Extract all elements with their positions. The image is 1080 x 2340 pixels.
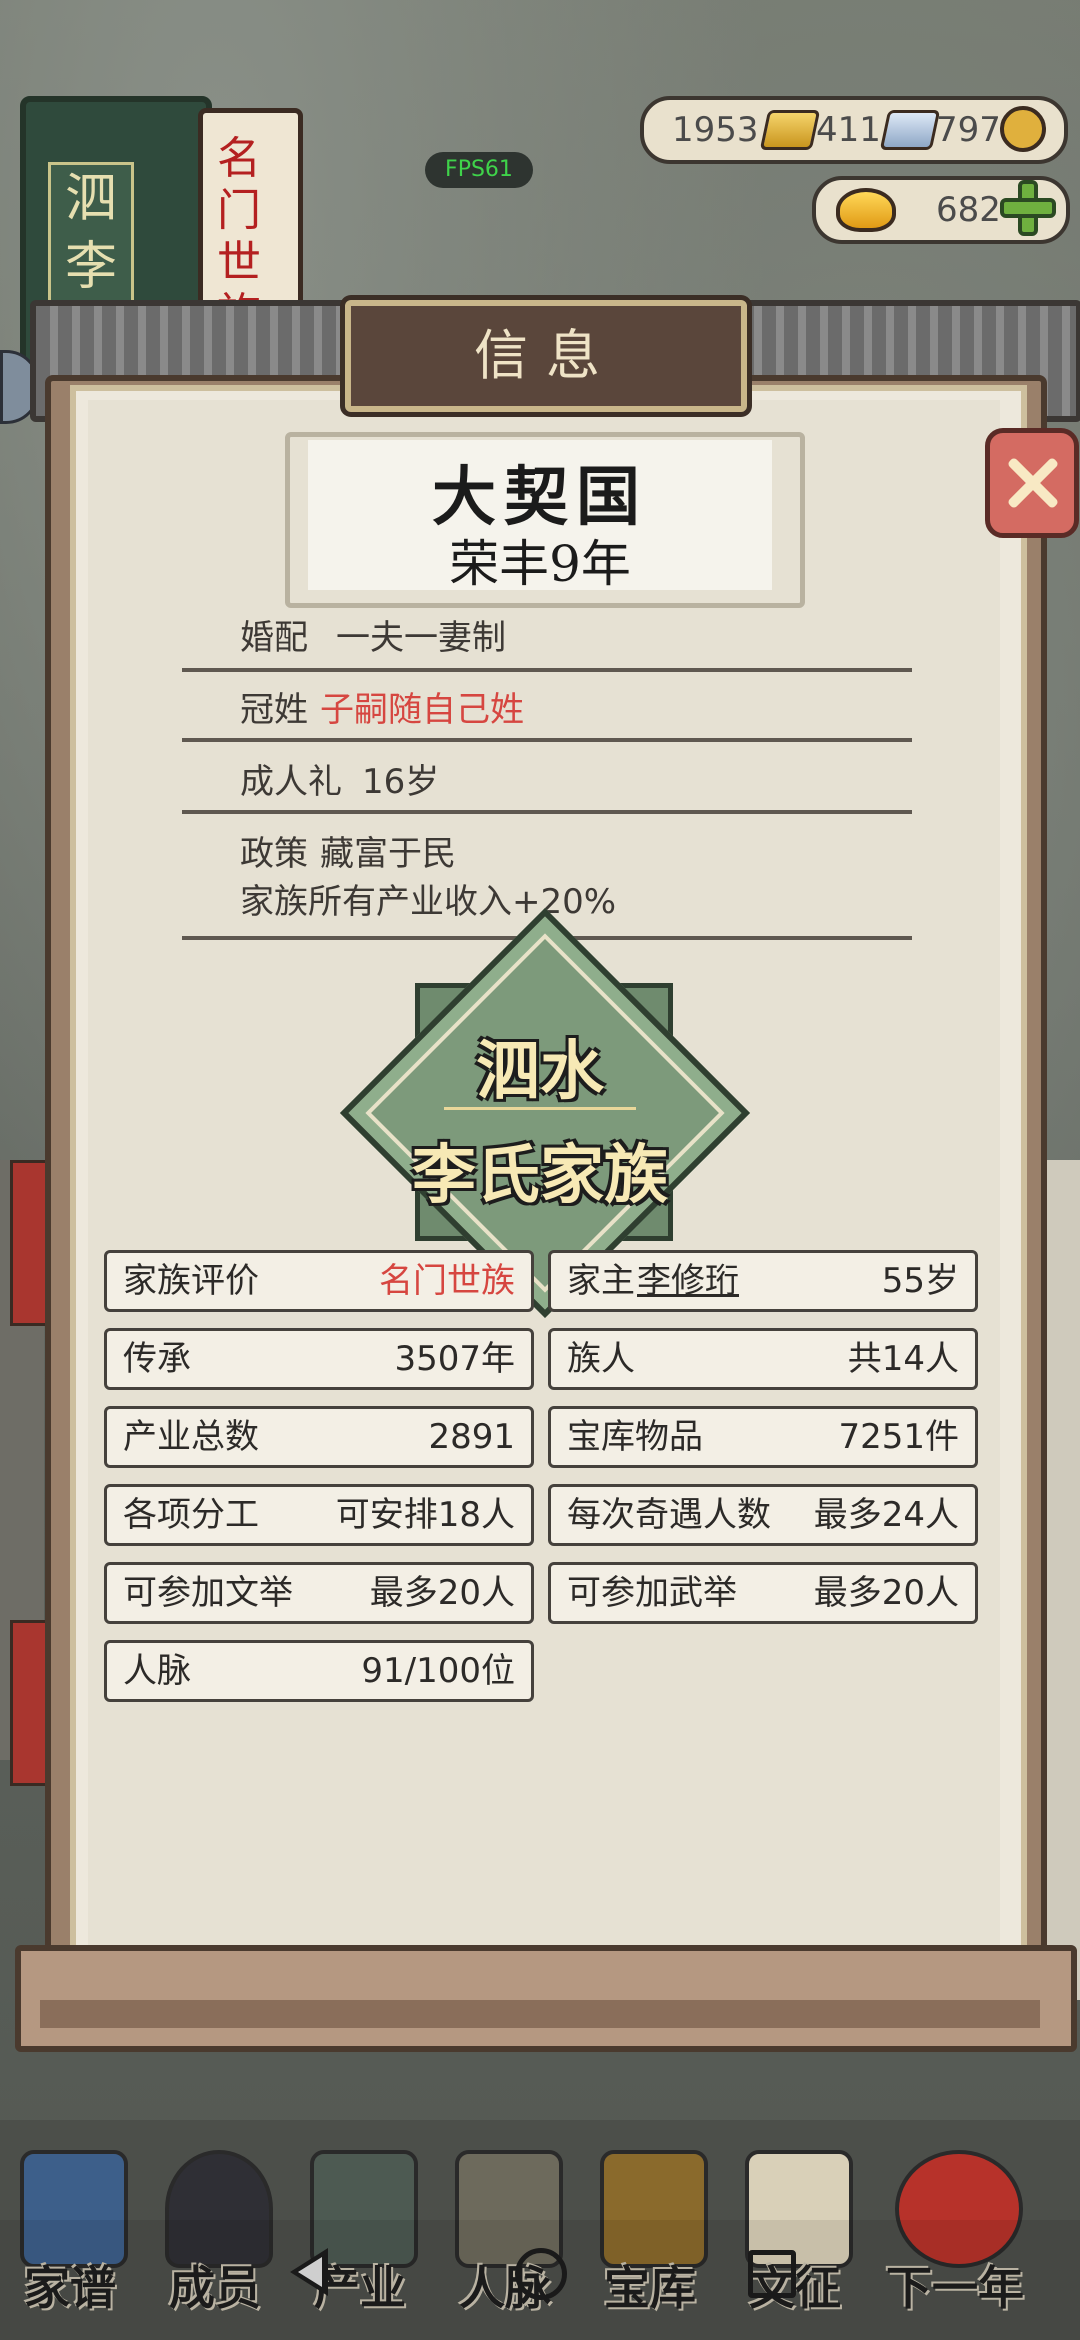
recent-apps-icon[interactable]: [748, 2250, 796, 2298]
stat-label: 传承: [123, 1339, 191, 1379]
dialog-title-plank: 信息: [345, 300, 747, 412]
stat-value: 2891: [428, 1417, 515, 1457]
gold-bar-icon: [759, 110, 821, 150]
add-ingot-icon[interactable]: [1000, 180, 1056, 236]
back-icon[interactable]: [290, 2248, 328, 2296]
silver-bar-count: 411: [816, 110, 881, 150]
stat-treasury: 宝库物品 7251件: [548, 1406, 978, 1468]
stat-family-rating: 家族评价 名门世族: [104, 1250, 534, 1312]
stat-value: 3507年: [394, 1339, 515, 1379]
fps-counter: FPS61: [425, 152, 533, 188]
marriage-label: 婚配: [240, 618, 308, 658]
stat-value: 7251件: [838, 1417, 959, 1457]
stat-label: 可参加文举: [123, 1573, 293, 1613]
stat-label: 族人: [567, 1339, 635, 1379]
stat-civil-exam: 可参加文举 最多20人: [104, 1562, 534, 1624]
era-year: 荣丰9年: [449, 535, 631, 593]
policy-label: 政策: [240, 834, 308, 874]
surname-row: 冠姓 子嗣随自己姓: [182, 672, 912, 742]
home-icon[interactable]: [515, 2248, 567, 2300]
family-head-name-link[interactable]: 李修珩: [637, 1253, 739, 1309]
stat-label: 各项分工: [123, 1495, 259, 1535]
policy-value: 藏富于民: [320, 834, 456, 874]
currency-bar: 1953 411 797: [640, 96, 1068, 164]
surname-label: 冠姓: [240, 690, 308, 730]
marriage-value: 一夫一妻制: [336, 618, 506, 658]
stat-value: 最多20人: [369, 1573, 515, 1613]
stat-value: 可安排18人: [335, 1495, 515, 1535]
surname-value: 子嗣随自己姓: [320, 690, 524, 730]
adulthood-value: 16岁: [362, 762, 440, 802]
stat-label: 可参加武举: [567, 1573, 737, 1613]
stat-value: 55岁: [881, 1261, 959, 1301]
dialog-title: 信息: [474, 324, 618, 387]
stat-label: 家族评价: [123, 1261, 259, 1301]
close-button[interactable]: [985, 428, 1079, 538]
gold-bar-count: 1953: [672, 110, 759, 150]
stat-military-exam: 可参加武举 最多20人: [548, 1562, 978, 1624]
stat-encounter: 每次奇遇人数 最多24人: [548, 1484, 978, 1546]
stat-family-head[interactable]: 家主 李修珩 55岁: [548, 1250, 978, 1312]
stat-division: 各项分工 可安排18人: [104, 1484, 534, 1546]
stat-heritage: 传承 3507年: [104, 1328, 534, 1390]
dialog-base-shadow: [40, 2000, 1040, 2028]
coin-icon: [1000, 106, 1046, 152]
stat-label: 宝库物品: [567, 1417, 703, 1457]
stat-value: 名门世族: [379, 1261, 515, 1301]
dialog-base: [15, 1945, 1077, 2052]
adulthood-label: 成人礼: [240, 762, 342, 802]
stat-network: 人脉 91/100位: [104, 1640, 534, 1702]
ingot-count: 682: [936, 190, 1001, 230]
silver-bar-icon: [879, 110, 941, 150]
stat-value: 最多20人: [813, 1573, 959, 1613]
stat-value: 91/100位: [361, 1651, 515, 1691]
stat-label: 人脉: [123, 1651, 191, 1691]
ingot-bar: 682: [812, 176, 1070, 244]
stat-label: 每次奇遇人数: [567, 1495, 771, 1535]
coin-count: 797: [936, 110, 1001, 150]
stat-value: 共14人: [847, 1339, 959, 1379]
policy-effect: 家族所有产业收入+20%: [240, 882, 617, 922]
emblem-place: 泗水: [476, 1035, 604, 1109]
stat-value: 最多24人: [813, 1495, 959, 1535]
stat-label: 产业总数: [123, 1417, 259, 1457]
stat-industries: 产业总数 2891: [104, 1406, 534, 1468]
gold-ingot-icon: [836, 188, 896, 232]
adulthood-row: 成人礼 16岁: [182, 742, 912, 814]
stat-members: 族人 共14人: [548, 1328, 978, 1390]
marriage-row: 婚配 一夫一妻制: [182, 604, 912, 672]
emblem-divider: [444, 1107, 636, 1110]
country-plaque: 大契国 荣丰9年: [308, 440, 772, 593]
emblem-family: 李氏家族: [412, 1139, 668, 1213]
stat-label: 家主: [567, 1261, 635, 1301]
